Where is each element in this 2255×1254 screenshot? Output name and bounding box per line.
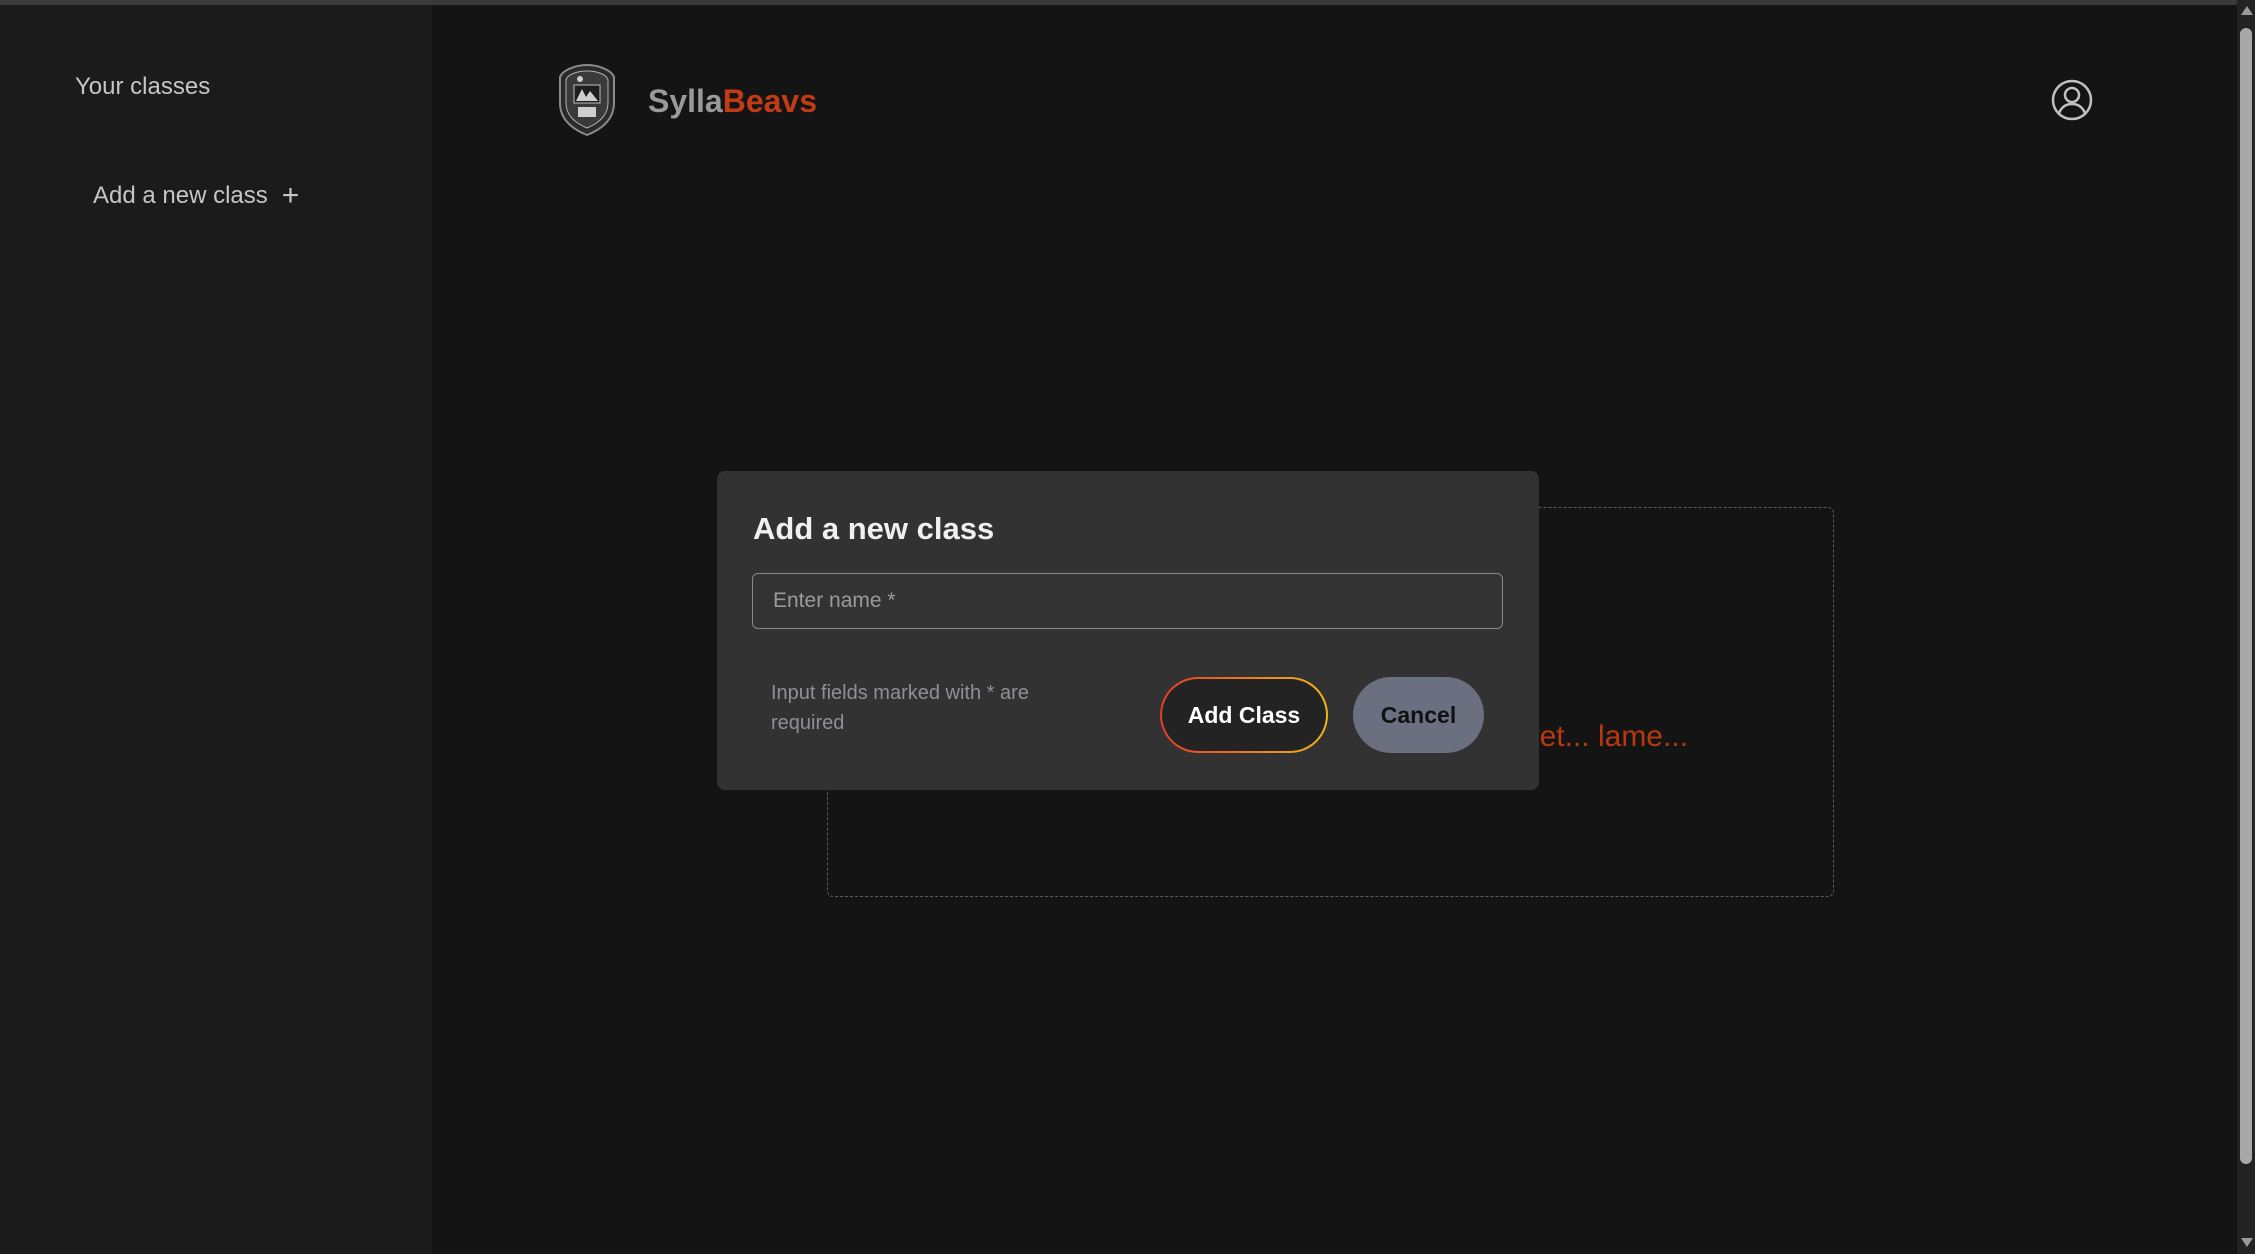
plus-icon: + bbox=[281, 179, 300, 212]
vertical-scrollbar[interactable] bbox=[2237, 0, 2255, 1254]
crest-logo-icon[interactable] bbox=[556, 63, 618, 137]
brand-name-part2: Beavs bbox=[722, 83, 818, 119]
brand-name-part1: Sylla bbox=[648, 83, 723, 119]
user-circle-icon[interactable] bbox=[2050, 78, 2094, 122]
dialog-title: Add a new class bbox=[753, 511, 995, 546]
empty-classes-message: yet... lame... bbox=[1524, 720, 1688, 753]
add-new-class-label: Add a new class bbox=[93, 182, 268, 209]
sidebar: Your classes Add a new class + bbox=[0, 5, 432, 1254]
scroll-thumb[interactable] bbox=[2240, 28, 2252, 1164]
class-name-input[interactable] bbox=[752, 573, 1503, 629]
add-class-button[interactable]: Add Class bbox=[1160, 677, 1328, 753]
sidebar-heading: Your classes bbox=[75, 73, 211, 100]
scroll-up-arrow-icon[interactable] bbox=[2241, 6, 2253, 15]
add-class-dialog: Add a new class Input fields marked with… bbox=[717, 471, 1539, 790]
required-fields-note: Input fields marked with * are required bbox=[771, 682, 1029, 734]
brand-name: SyllaBeavs bbox=[648, 83, 817, 120]
scroll-down-arrow-icon[interactable] bbox=[2241, 1238, 2253, 1247]
cancel-button[interactable]: Cancel bbox=[1353, 677, 1484, 753]
add-new-class-link[interactable]: Add a new class + bbox=[93, 181, 299, 211]
